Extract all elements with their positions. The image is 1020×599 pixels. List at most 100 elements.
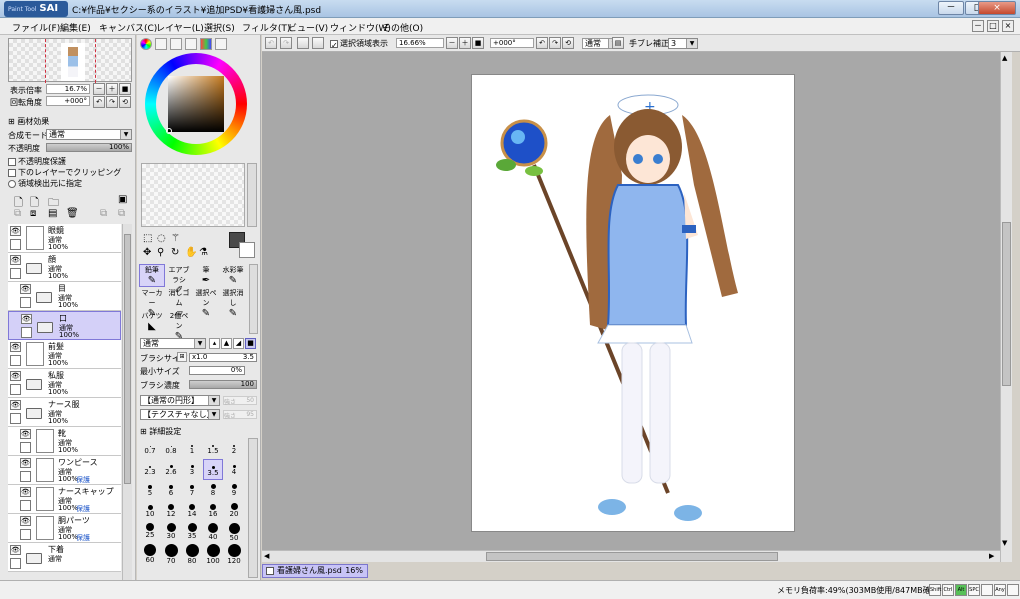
color-mix-tab[interactable] [185,38,197,50]
shape-dome-icon[interactable]: ◢ [233,338,244,349]
canvas-angle-field[interactable]: +000° [490,38,534,48]
brush-size-slider[interactable]: x1.0 3.5 [189,353,257,362]
color-wheel-tab[interactable] [140,38,152,50]
tool-button[interactable]: 選択ペン ✎ [193,287,219,319]
layer-link-checkbox[interactable] [20,500,31,511]
layer-list-scrollbar[interactable] [122,224,132,581]
zoom-tool-icon[interactable]: ⚲ [157,247,164,258]
brush-size-cell[interactable]: 2 [224,438,244,459]
magic-wand-icon[interactable]: ⚚ [171,233,180,244]
layer-link-checkbox[interactable] [21,327,32,338]
vertical-scroll-thumb[interactable] [1002,222,1011,386]
opacity-slider[interactable]: 100% [46,143,132,152]
redo-button[interactable]: ↷ [280,37,292,49]
scroll-right-icon[interactable]: ▶ [989,552,994,560]
eye-icon[interactable]: 👁 [21,314,32,324]
scroll-left-icon[interactable]: ◀ [264,552,269,560]
scratch-pad[interactable] [141,163,245,227]
tool-button[interactable]: 鉛筆 ✎ [139,264,165,287]
canvas-zoom-out-button[interactable]: － [446,37,458,49]
hand-tool-icon[interactable]: ✋ [185,247,197,258]
color-wheel[interactable] [145,53,247,155]
brush-size-cell[interactable]: 50 [224,522,244,543]
brush-size-cell[interactable]: 60 [140,543,160,564]
tool-grid-scrollbar[interactable] [249,264,258,334]
brush-size-cell[interactable]: 1.5 [203,438,223,459]
preserve-opacity-option[interactable]: 不透明度保護 [8,156,66,167]
min-size-slider[interactable]: 0% [189,366,245,375]
mdi-close-button[interactable]: × [1002,20,1014,32]
layer-link-checkbox[interactable] [10,355,21,366]
scroll-up-icon[interactable]: ▲ [1002,54,1007,62]
document-tab[interactable]: 看護婦さん風.psd 16% [262,564,368,578]
canvas-rotate-right-button[interactable]: ↷ [549,37,561,49]
tool-button[interactable]: 2値ペン ✎ [166,310,192,342]
eye-icon[interactable]: 👁 [20,458,31,468]
menu-view[interactable]: ビュー(V) [288,21,328,34]
brush-size-cell[interactable]: 7 [182,480,202,501]
layer-row[interactable]: 👁 眼鏡 通常 100% [8,224,121,253]
zoom-field[interactable]: 16.7% [46,84,90,94]
eyedropper-icon[interactable]: ⚗ [199,247,208,258]
background-color-swatch[interactable] [239,242,255,258]
layer-row[interactable]: 👁 ワンピース 通常 100% 保護 [8,456,121,485]
density-slider[interactable]: 100 [189,380,257,389]
layer-link-checkbox[interactable] [10,268,21,279]
shape-square-icon[interactable]: ■ [245,338,256,349]
layer-link-checkbox[interactable] [10,413,21,424]
brush-size-cell[interactable]: 3.5 [203,459,223,480]
brush-size-cell[interactable]: 2.3 [140,459,160,480]
brush-size-cell[interactable]: 3 [182,459,202,480]
tool-button[interactable]: 水彩筆 ✎ [220,264,246,287]
blend-mode-dropdown[interactable]: 通常 [46,129,132,140]
brush-size-cell[interactable]: 30 [161,522,181,543]
preserve-opacity-checkbox[interactable] [8,157,16,166]
canvas-area[interactable]: + [262,52,1000,550]
eye-icon[interactable]: 👁 [10,545,21,555]
tool-button[interactable]: 消しゴム ▱ [166,287,192,319]
brush-size-cell[interactable]: 25 [140,522,160,543]
brush-size-cell[interactable]: 1 [182,438,202,459]
clear-layer-icon[interactable]: ▤ [48,208,57,219]
canvas-document[interactable]: + [471,74,795,532]
eye-icon[interactable]: 👁 [10,255,21,265]
size-toggle-icon[interactable]: ⊞ [177,352,187,362]
rotate-tool-icon[interactable]: ↻ [171,247,179,258]
canvas-rotate-reset-button[interactable]: ⟲ [562,37,574,49]
eye-icon[interactable]: 👁 [10,371,21,381]
flip-button[interactable]: ▤ [612,37,624,49]
brush-size-cell[interactable]: 80 [182,543,202,565]
layer-row[interactable]: 👁 口通常 100% [8,311,121,340]
texture-header[interactable]: ⊞ 画材効果 [8,116,49,127]
brush-size-cell[interactable]: 14 [182,501,202,522]
menu-edit[interactable]: 編集(E) [60,21,91,34]
merge-visible-icon[interactable]: ⧉ [100,208,107,219]
brush-size-cell[interactable]: 70 [161,543,181,565]
canvas-rotate-left-button[interactable]: ↶ [536,37,548,49]
brush-texture-dropdown[interactable]: 【テクスチャなし】 [140,409,220,420]
brush-size-cell[interactable]: 2.6 [161,459,181,480]
brush-size-cell[interactable]: 8 [203,480,223,501]
layer-row[interactable]: 👁 前髪 通常 100% [8,340,121,369]
texture-strength-field[interactable]: 強さ 95 [223,410,257,420]
marquee-tool-icon[interactable]: ⬚ [143,233,152,244]
brush-size-cell[interactable]: 20 [224,501,244,522]
rotate-left-button[interactable]: ↶ [93,96,105,108]
menu-layer[interactable]: レイヤー(L) [156,21,204,34]
brush-size-cell[interactable]: 5 [140,480,160,501]
layer-link-checkbox[interactable] [10,239,21,250]
eye-icon[interactable]: 👁 [20,429,31,439]
close-button[interactable]: × [978,1,1016,15]
layer-link-checkbox[interactable] [20,529,31,540]
brush-size-cell[interactable]: 0.8 [161,438,181,459]
canvas-zoom-in-button[interactable]: ＋ [459,37,471,49]
menu-filter[interactable]: フィルタ(T) [242,21,290,34]
layer-row[interactable]: 👁 胴パーツ 通常 100% 保護 [8,514,121,543]
tool-button[interactable]: バケツ ◣ [139,310,165,333]
brush-size-cell[interactable]: 16 [203,501,223,522]
brush-shape-dropdown[interactable]: 【通常の円形】 [140,395,220,406]
eye-icon[interactable]: 👁 [20,516,31,526]
clipping-option[interactable]: 下のレイヤーでクリッピング [8,167,121,178]
lasso-tool-icon[interactable]: ◌ [157,233,166,244]
shape-flat-icon[interactable]: ▴ [209,338,220,349]
